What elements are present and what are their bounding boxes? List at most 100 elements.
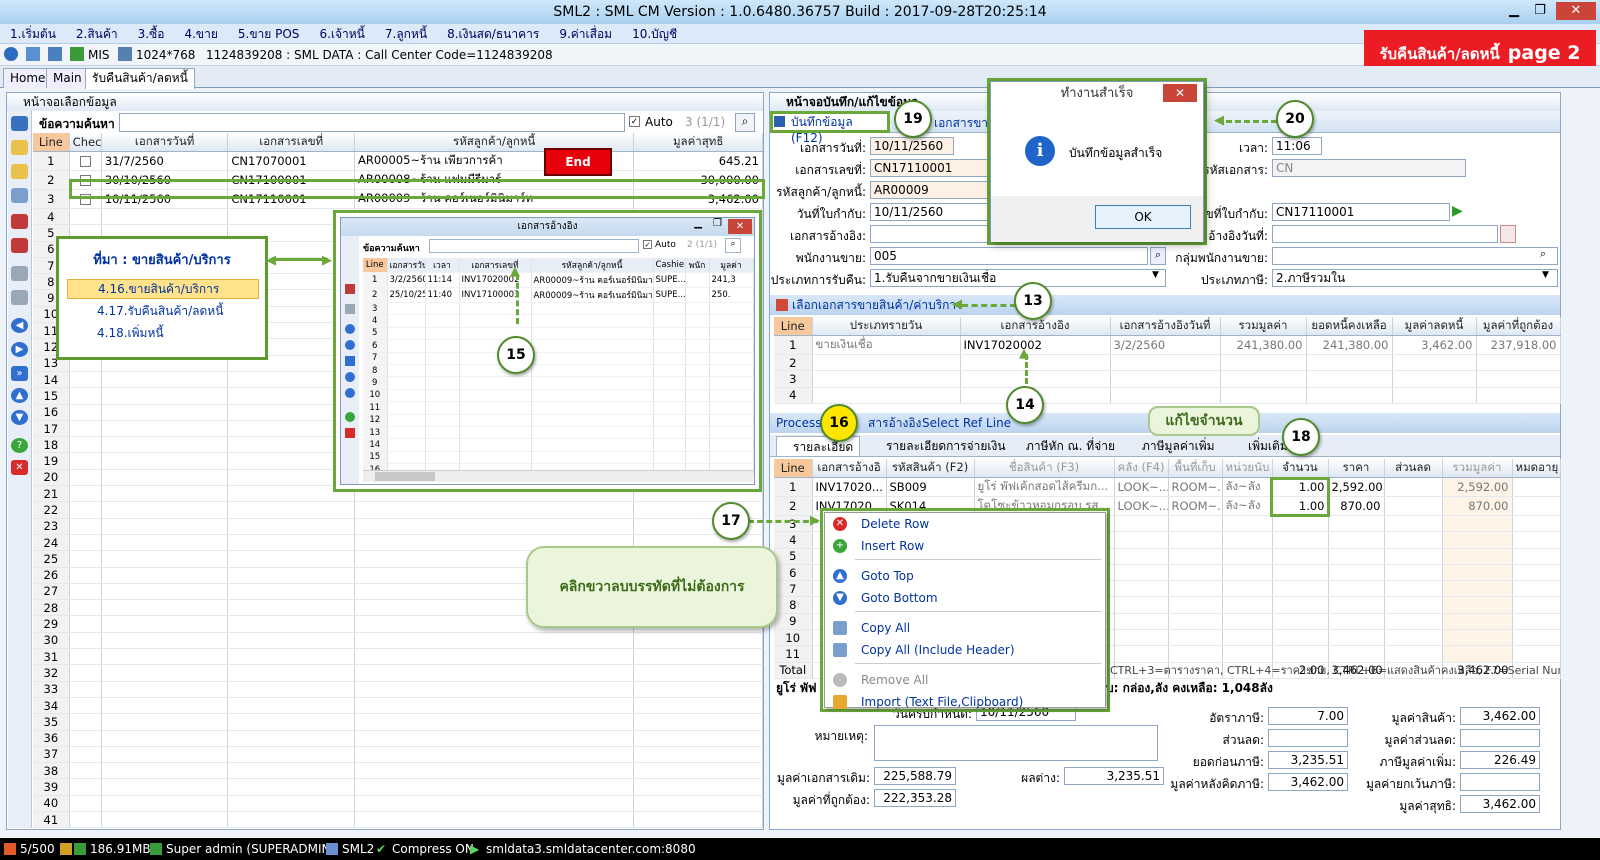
ref-col-customer[interactable]: รหัสลูกค้า/ลูกหนี้ — [531, 258, 654, 273]
new-document-icon[interactable] — [11, 140, 28, 155]
row-check-cell[interactable] — [69, 648, 102, 666]
ref-checklist-icon[interactable] — [345, 284, 355, 294]
ref-search-input[interactable] — [429, 239, 639, 253]
ref-auto-checkbox[interactable]: ✓ — [643, 240, 652, 249]
dcol-qty[interactable]: จำนวน — [1272, 459, 1329, 478]
detail-row-price[interactable] — [1328, 613, 1385, 631]
grid-icon[interactable] — [11, 266, 28, 281]
col-doc-no[interactable]: เอกสารเลขที่ — [227, 133, 355, 152]
arrow-right-icon[interactable]: ▶ — [11, 342, 28, 357]
window-icon[interactable] — [26, 47, 40, 61]
ref-col-time[interactable]: เวลา — [425, 258, 460, 273]
ctx-copy-all[interactable]: Copy All — [825, 617, 1105, 639]
detail-row-price[interactable] — [1328, 645, 1385, 663]
detail-row-qty[interactable] — [1272, 596, 1329, 614]
table-row[interactable]: 35 — [33, 713, 763, 731]
ctx-copy-all-header[interactable]: Copy All (Include Header) — [825, 639, 1105, 661]
detail-row-qty[interactable] — [1272, 629, 1329, 647]
col-check[interactable]: Check — [69, 133, 102, 152]
dcol-expiry[interactable]: หมดอายุ — [1512, 459, 1561, 478]
search-input[interactable] — [119, 113, 625, 132]
help-icon[interactable]: ? — [11, 438, 28, 453]
detail-row-qty[interactable] — [1272, 548, 1329, 565]
row-checkbox[interactable] — [79, 156, 91, 167]
ref-table-row[interactable]: 12 — [363, 414, 754, 427]
rcol-credit[interactable]: มูลค่าลดหนี้ — [1392, 317, 1477, 336]
rcol-date[interactable]: เอกสารอ้างอิงวันที่ — [1110, 317, 1221, 336]
col-net-amount[interactable]: มูลค่าสุทธิ — [633, 133, 763, 152]
dialog-ok-button[interactable]: OK — [1095, 205, 1191, 229]
ctx-insert-row[interactable]: + Insert Row — [825, 535, 1105, 557]
source-item-return[interactable]: 4.17.รับคืนสินค้า/ลดหนี้ — [67, 302, 259, 322]
ref-select-label[interactable]: เลือกเอกสารขายสินค้า/ค่าบริการ — [792, 295, 963, 315]
ref-arrow-right-icon[interactable] — [345, 340, 355, 350]
detail-row-price[interactable] — [1328, 548, 1385, 565]
end-button[interactable]: End — [544, 148, 612, 176]
ctx-remove-all[interactable]: Remove All — [825, 669, 1105, 691]
table-row[interactable]: 23 — [33, 518, 763, 535]
detail-row-price[interactable] — [1328, 531, 1385, 549]
minimize-button[interactable]: ▁ — [1502, 2, 1526, 20]
calendar-icon[interactable] — [1500, 225, 1516, 243]
table-row[interactable]: 32 — [33, 664, 763, 682]
ref-table-row[interactable]: 8 — [363, 364, 754, 378]
ref-grid-icon[interactable] — [345, 304, 355, 314]
source-item-debit[interactable]: 4.18.เพิ่มหนี้ — [67, 324, 259, 344]
menu-depreciation[interactable]: 9.ค่าเสื่อม — [549, 24, 622, 44]
ref-table-row[interactable]: 1 3/2/2560 11:14 INV17020002 AR00009~ร้าน คอ… — [363, 272, 754, 288]
detail-row-qty[interactable] — [1272, 645, 1329, 663]
ctx-goto-bottom[interactable]: ▼ Goto Bottom — [825, 587, 1105, 609]
checklist-icon[interactable] — [11, 214, 28, 229]
refdoc-row[interactable]: 4 — [774, 387, 1561, 404]
rcol-correct[interactable]: มูลค่าที่ถูกต้อง — [1476, 317, 1561, 336]
row-check-cell[interactable] — [69, 151, 102, 171]
menu-purchase[interactable]: 3.ซื้อ — [128, 24, 175, 44]
row-check-cell[interactable] — [69, 420, 102, 438]
row-check-cell[interactable] — [69, 387, 102, 405]
col-line[interactable]: Line — [33, 133, 70, 152]
goods-field[interactable]: 3,462.00 — [1460, 707, 1540, 725]
table-row[interactable]: 40 — [33, 795, 763, 812]
after-vat-field[interactable]: 3,462.00 — [1268, 773, 1348, 791]
table-row[interactable]: 39 — [33, 778, 763, 796]
ref-table-row[interactable]: 225/10/25...11:40INV17100003AR00009~ร้าน… — [363, 287, 754, 303]
row-check-cell[interactable] — [69, 664, 102, 682]
ref-close-icon[interactable]: ✕ — [728, 219, 752, 234]
ref-fast-forward-icon[interactable] — [345, 356, 355, 366]
row-check-cell[interactable] — [69, 208, 102, 226]
table-row[interactable]: 1 31/7/2560 CN17070001 AR00005~ร้าน เพียวกา… — [33, 151, 763, 171]
ref-table-row[interactable]: 11 — [363, 401, 754, 415]
tax-type-dropdown-icon[interactable]: ▼ — [1542, 270, 1549, 280]
net-field[interactable]: 3,462.00 — [1460, 795, 1540, 813]
row-check-cell[interactable] — [69, 615, 102, 633]
dcol-unit[interactable]: หน่วยนับ — [1222, 459, 1273, 478]
dcol-location[interactable]: พื้นที่เก็บ — [1168, 459, 1223, 478]
menu-payable[interactable]: 6.เจ้าหนี้ — [309, 24, 374, 44]
menu-pos[interactable]: 5.ขาย POS — [228, 24, 310, 44]
row-check-cell[interactable] — [69, 518, 102, 535]
ref-date-field[interactable] — [1272, 225, 1498, 243]
dcol-discount[interactable]: ส่วนลด — [1384, 459, 1443, 478]
ctx-goto-top[interactable]: ▲ Goto Top — [825, 565, 1105, 587]
dcol-name[interactable]: ชื่อสินค้า (F3) — [974, 459, 1115, 478]
doc-no-field[interactable]: CN17110001 — [870, 159, 988, 177]
restore-button[interactable]: ❐ — [1528, 2, 1552, 20]
screen-icon[interactable] — [118, 47, 132, 61]
ref-table-row[interactable]: 3 — [363, 302, 754, 316]
ref-col-cashier[interactable]: Cashie — [653, 258, 686, 273]
save-data-button[interactable]: บันทึกข้อมูล (F12) — [770, 111, 890, 145]
ref-col-doc[interactable]: เอกสารเลขที่ — [459, 258, 532, 273]
rcol-total[interactable]: รวมมูลค่า — [1220, 317, 1307, 336]
row-check-cell[interactable] — [69, 452, 102, 470]
table-row[interactable]: 30 — [33, 632, 763, 650]
discount-field[interactable] — [1268, 729, 1348, 747]
dcol-warehouse[interactable]: คลัง (F4) — [1114, 459, 1169, 478]
chart-icon[interactable] — [70, 47, 84, 61]
detail-row-qty[interactable] — [1272, 531, 1329, 549]
ref-doc-button[interactable]: สารอ้างอิง — [868, 413, 921, 433]
arrow-down-icon[interactable]: ▼ — [11, 410, 28, 425]
ref-close-small-icon[interactable] — [345, 428, 355, 438]
row-check-cell[interactable] — [69, 550, 102, 568]
emp-search-icon[interactable]: ⌕ — [1150, 247, 1166, 265]
row-check-cell[interactable] — [69, 469, 102, 487]
